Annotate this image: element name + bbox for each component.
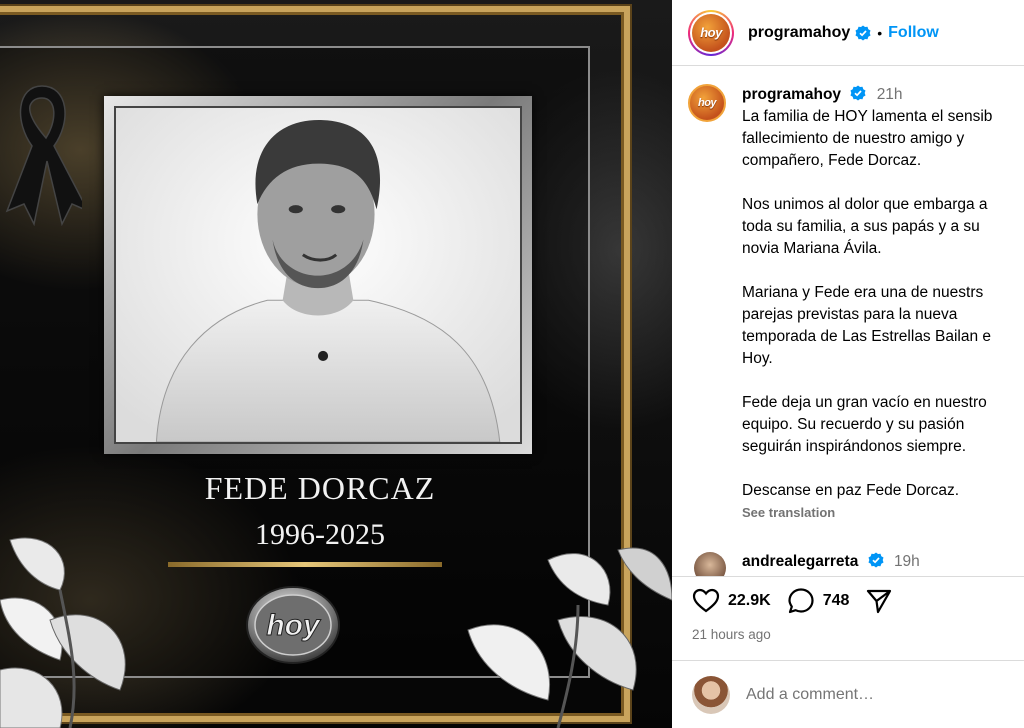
hoy-logo: hoy (246, 586, 340, 664)
avatar-logo: hoy (692, 13, 730, 52)
comment-item: andrealegarreta 19h (688, 552, 1024, 576)
header-separator: • (877, 24, 883, 41)
current-user-avatar (692, 675, 730, 714)
verified-badge-icon (868, 552, 884, 568)
heart-icon[interactable] (692, 587, 720, 615)
caption-avatar-text: hoy (697, 97, 717, 109)
comment-avatar[interactable] (694, 552, 726, 576)
mourning-ribbon-icon (5, 85, 82, 226)
post-side-panel: hoy programahoy • Follow hoy programahoy (672, 0, 1024, 728)
comment-username[interactable]: andrealegarreta 19h (742, 552, 920, 576)
follow-button[interactable]: Follow (888, 24, 939, 42)
caption: hoy programahoy 21h La familia de HOY la… (688, 84, 1024, 524)
portrait-figure (116, 108, 520, 442)
life-years: 1996-2025 (255, 518, 385, 551)
caption-paragraph: Descanse en paz Fede Dorcaz. (742, 482, 960, 499)
see-translation-link[interactable]: See translation (742, 502, 1024, 524)
deceased-name: FEDE DORCAZ (204, 470, 436, 506)
lilies-left-decoration (0, 537, 126, 728)
like-count[interactable]: 22.9K (728, 592, 771, 610)
caption-paragraph: La familia de HOY lamenta el sensib fall… (742, 108, 993, 169)
caption-header-line: programahoy 21h (742, 84, 1024, 106)
caption-avatar[interactable]: hoy (688, 84, 726, 122)
action-row: 22.9K 748 (692, 583, 1008, 619)
avatar-logo-text: hoy (700, 25, 722, 40)
portrait-frame (104, 96, 532, 454)
verified-badge-icon (850, 85, 866, 101)
avatar-inner: hoy (690, 11, 732, 54)
portrait-photo (114, 106, 522, 444)
comment-composer (672, 660, 1024, 728)
lilies-right-decoration (467, 547, 672, 728)
header-username[interactable]: programahoy (748, 24, 850, 42)
header-avatar[interactable]: hoy (688, 9, 734, 56)
post-image[interactable]: FEDE DORCAZ 1996-2025 hoy (0, 0, 672, 728)
gold-divider (168, 562, 442, 567)
caption-paragraph: Fede deja un gran vacío en nuestro equip… (742, 394, 987, 455)
caption-body: programahoy 21h La familia de HOY lament… (742, 84, 1024, 524)
comments-section[interactable]: hoy programahoy 21h La familia de HOY la… (672, 66, 1024, 576)
comment-icon[interactable] (787, 587, 815, 615)
comment-username-text: andrealegarreta (742, 553, 859, 570)
post-actions: 22.9K 748 21 hours ago (672, 576, 1024, 642)
post-time-ago[interactable]: 21 hours ago (692, 627, 1008, 642)
comment-input[interactable] (746, 685, 1006, 704)
caption-paragraph: Mariana y Fede era una de nuestrs pareja… (742, 284, 992, 367)
caption-paragraph: Nos unimos al dolor que embarga a toda s… (742, 196, 988, 257)
caption-time[interactable]: 21h (877, 86, 903, 103)
share-icon[interactable] (865, 587, 893, 615)
comment-time: 19h (893, 553, 920, 570)
verified-badge-icon (855, 25, 871, 40)
hoy-logo-text: hoy (266, 609, 321, 642)
comment-count[interactable]: 748 (823, 592, 850, 610)
caption-username[interactable]: programahoy (742, 86, 841, 103)
post-header: hoy programahoy • Follow (672, 0, 1024, 66)
